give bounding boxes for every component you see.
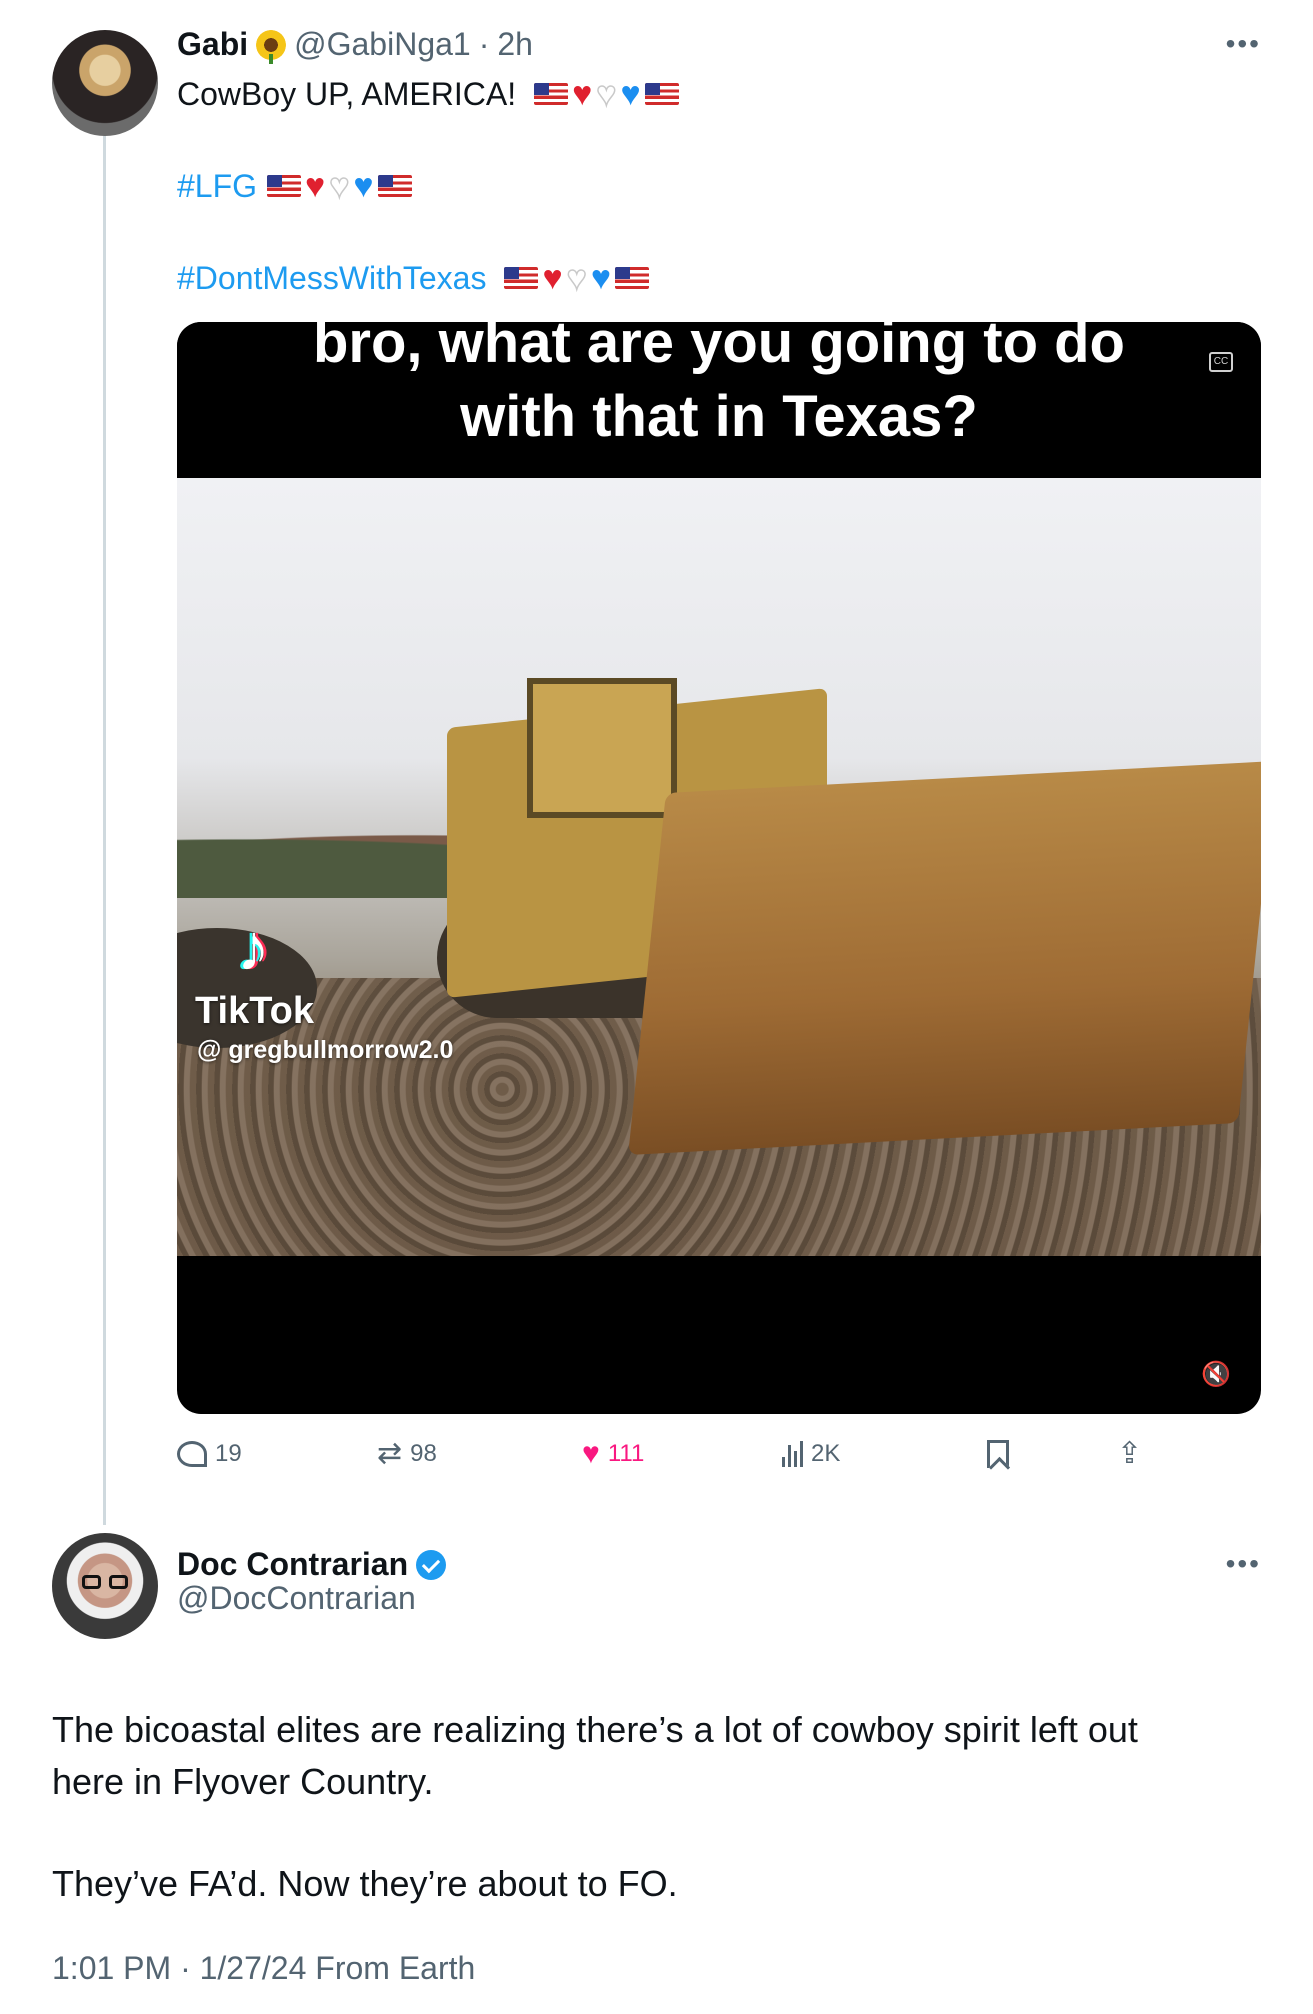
glasses-graphic: [82, 1575, 128, 1589]
reply-text: The bicoastal elites are realizing there…: [52, 1704, 1252, 1808]
red-heart-icon: ♥: [305, 167, 326, 205]
reply-text-paragraph-2: They’ve FA’d. Now they’re about to FO.: [52, 1858, 1252, 1910]
reply-header: Doc Contrarian: [177, 1546, 447, 1583]
emoji-group: ♥ ♥ ♥: [504, 259, 649, 297]
video-player[interactable]: bro, what are you going to do with that …: [177, 322, 1261, 1414]
us-flag-icon: [615, 267, 649, 289]
reply-text-line: The bicoastal elites are realizing there…: [52, 1709, 1138, 1750]
retweet-icon: ⇄: [377, 1437, 403, 1470]
bookmark-button[interactable]: [987, 1432, 1009, 1476]
author-name[interactable]: Gabi: [177, 26, 248, 63]
mute-icon[interactable]: 🔇: [1201, 1360, 1231, 1389]
hashtag-link[interactable]: #LFG: [177, 164, 257, 208]
us-flag-icon: [504, 267, 539, 289]
views-icon: [782, 1441, 803, 1467]
avatar[interactable]: [52, 30, 158, 136]
like-count: 111: [607, 1440, 645, 1467]
reply-button[interactable]: 19: [177, 1432, 242, 1476]
tiktok-brand: TikTok: [195, 990, 314, 1032]
us-flag-icon: [377, 175, 412, 197]
tweet-header: Gabi @GabiNga1 · 2h: [177, 26, 533, 64]
tiktok-username: @ gregbullmorrow2.0: [197, 1036, 454, 1064]
blue-heart-icon: ♥: [620, 75, 641, 113]
us-flag-icon: [534, 83, 569, 105]
bulldozer-blade: [628, 761, 1261, 1155]
bulldozer-cab: [527, 678, 677, 818]
tweet-text-line-2: #LFG ♥ ♥ ♥: [177, 164, 412, 208]
retweet-count: 98: [410, 1440, 437, 1467]
tweet-text: CowBoy UP, AMERICA!: [177, 76, 517, 112]
reply-text-line: They’ve FA’d. Now they’re about to FO.: [52, 1863, 678, 1904]
white-heart-icon: ♥: [566, 259, 588, 297]
captions-icon[interactable]: CC: [1209, 352, 1233, 372]
red-heart-icon: ♥: [572, 75, 593, 113]
like-button[interactable]: ♥ 111: [582, 1432, 644, 1476]
like-icon: ♥: [582, 1437, 600, 1470]
reply-text-line: here in Flyover Country.: [52, 1761, 434, 1802]
video-caption-line-1: bro, what are you going to do: [313, 322, 1125, 375]
blue-heart-icon: ♥: [590, 259, 611, 297]
tiktok-icon: [237, 914, 281, 980]
sunflower-icon: [256, 29, 287, 64]
bookmark-icon: [987, 1440, 1009, 1468]
us-flag-icon: [267, 175, 302, 197]
video-caption-line-2: with that in Texas?: [460, 384, 978, 449]
author-handle[interactable]: @DocContrarian: [177, 1580, 416, 1617]
retweet-button[interactable]: ⇄ 98: [377, 1432, 437, 1476]
emoji-group: ♥ ♥ ♥: [267, 167, 412, 205]
video-frame: TikTok @ gregbullmorrow2.0: [177, 478, 1261, 1256]
share-button[interactable]: ⇪: [1117, 1432, 1142, 1476]
author-name[interactable]: Doc Contrarian: [177, 1546, 408, 1583]
red-heart-icon: ♥: [542, 259, 563, 297]
tweet-text-line-3: #DontMessWithTexas ♥ ♥ ♥: [177, 256, 649, 300]
hashtag-link[interactable]: #DontMessWithTexas: [177, 256, 486, 300]
avatar[interactable]: [52, 1533, 158, 1639]
separator: ·: [478, 26, 490, 62]
more-options-icon[interactable]: •••: [1226, 28, 1261, 60]
author-handle[interactable]: @GabiNga1: [294, 26, 471, 63]
video-caption: bro, what are you going to do with that …: [177, 322, 1261, 478]
reply-count: 19: [215, 1440, 242, 1467]
thread-connector-line: [103, 135, 106, 1525]
blue-heart-icon: ♥: [353, 167, 374, 205]
emoji-group: ♥ ♥ ♥: [534, 75, 679, 113]
tweet-actions: 19 ⇄ 98 ♥ 111 2K ⇪: [177, 1432, 1177, 1476]
timestamp[interactable]: 2h: [497, 26, 533, 63]
views-count: 2K: [811, 1440, 841, 1467]
tweet-text-line-1: CowBoy UP, AMERICA! ♥ ♥ ♥: [177, 72, 679, 116]
reply-icon: [177, 1441, 207, 1467]
us-flag-icon: [644, 83, 679, 105]
verified-icon: [416, 1549, 447, 1580]
more-options-icon[interactable]: •••: [1226, 1548, 1261, 1580]
white-heart-icon: ♥: [596, 75, 618, 113]
share-icon: ⇪: [1117, 1437, 1143, 1470]
white-heart-icon: ♥: [328, 167, 350, 205]
post-metadata: 1:01 PM · 1/27/24 From Earth: [52, 1950, 476, 1986]
views-button[interactable]: 2K: [782, 1432, 840, 1476]
